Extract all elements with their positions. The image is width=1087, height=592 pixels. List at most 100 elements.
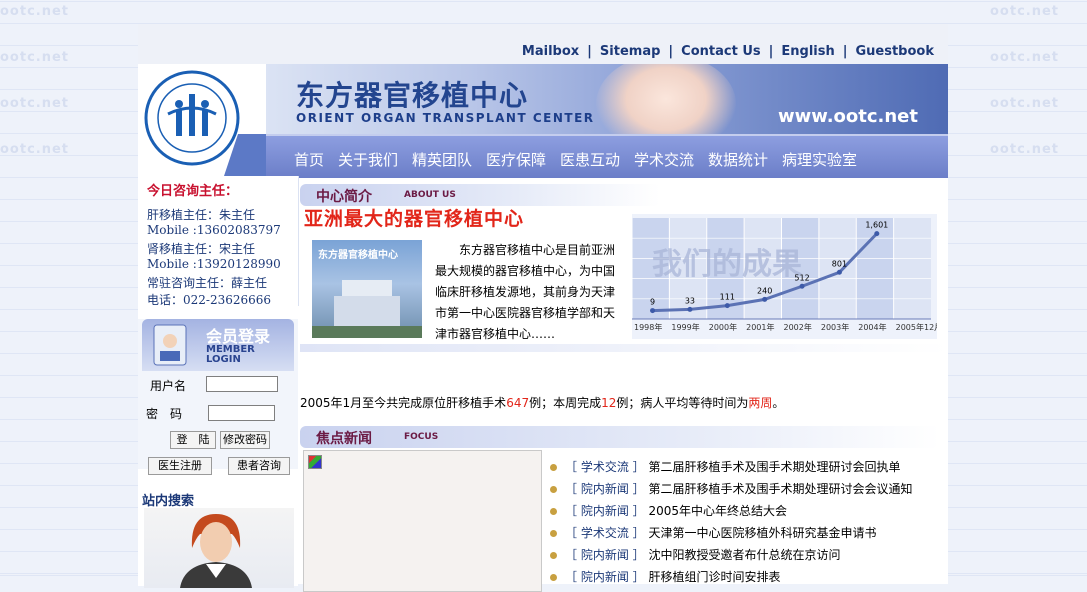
nav-item-team[interactable]: 精英团队 — [412, 149, 472, 170]
chart-point — [836, 269, 842, 275]
id-card-icon — [153, 324, 187, 366]
left-column: 今日咨询主任： 肝移植主任：朱主任 Mobile :13602083797 肾移… — [138, 176, 299, 588]
chart-band — [893, 218, 931, 319]
chart-tick-label: 2001年 — [746, 322, 774, 332]
nav-item-statistics[interactable]: 数据统计 — [708, 149, 768, 170]
chart-data-label: 111 — [720, 293, 735, 302]
login-button[interactable]: 登 陆 — [170, 431, 216, 449]
separator: | — [842, 44, 848, 59]
stats-suffix: 。 — [772, 396, 785, 410]
news-item[interactable]: ［ 学术交流 ］ 天津第一中心医院移植外科研究基金申请书 — [550, 524, 876, 546]
news-image[interactable] — [303, 450, 542, 592]
member-subtitle-2: LOGIN — [206, 354, 241, 365]
intro-section-title-en: ABOUT US — [404, 190, 456, 200]
news-title: 第二届肝移植手术及围手术期处理研讨会会议通知 — [648, 482, 913, 496]
change-password-button[interactable]: 修改密码 — [220, 431, 270, 449]
chart-svg: 我们的成果 9 33 111 240 512 801 1,601 1998年 1999年 2000年… — [632, 218, 937, 332]
bullet-icon — [550, 574, 557, 581]
news-item[interactable]: ［ 院内新闻 ］ 第二届肝移植手术及围手术期处理研讨会会议通知 — [550, 480, 912, 502]
consult-line: 常驻咨询主任：薛主任 — [147, 276, 268, 290]
news-section-title-en: FOCUS — [404, 432, 439, 442]
news-item[interactable]: ［ 院内新闻 ］ 沈中阳教授受邀者布什总统在京访问 — [550, 546, 840, 568]
chart-tick-label: 2002年 — [784, 322, 812, 332]
chart-data-label: 801 — [832, 259, 847, 268]
site-search-title: 站内搜索 — [142, 494, 195, 509]
consult-panel: 今日咨询主任： 肝移植主任：朱主任 Mobile :13602083797 肾移… — [138, 176, 299, 307]
english-link[interactable]: English — [781, 44, 834, 59]
chart-title: 我们的成果 — [652, 247, 802, 282]
chart-data-label: 240 — [757, 286, 772, 295]
chart-point — [687, 306, 693, 312]
patient-consult-button[interactable]: 患者咨询 — [228, 457, 290, 475]
section-divider — [300, 344, 948, 352]
news-item[interactable]: ［ 学术交流 ］ 第二届肝移植手术及围手术期处理研讨会回执单 — [550, 458, 900, 480]
bullet-icon — [550, 464, 557, 471]
bullet-icon — [550, 508, 557, 515]
bullet-icon — [550, 530, 557, 537]
background-watermark: ootc.net — [0, 96, 70, 111]
avatar-figure-icon — [180, 514, 252, 588]
hospital-building-image[interactable]: 东方器官移植中心 — [312, 240, 422, 338]
news-section-title: 焦点新闻 — [316, 431, 372, 447]
chart-tick-label: 2003年 — [821, 322, 849, 332]
building-image-label: 东方器官移植中心 — [318, 250, 398, 261]
site-logo[interactable] — [138, 64, 266, 176]
sitemap-link[interactable]: Sitemap — [600, 44, 660, 59]
separator: | — [668, 44, 674, 59]
news-tag: ［ 院内新闻 ］ — [565, 570, 645, 584]
stats-prefix: 2005年1月至今共完成原位肝移植手术 — [300, 396, 507, 410]
stats-line: 2005年1月至今共完成原位肝移植手术647例；本周完成12例；病人平均等待时间… — [300, 394, 784, 411]
intro-section-header: 中心简介 ABOUT US — [300, 184, 660, 206]
top-links: Mailbox | Sitemap | Contact Us | English | Guest… — [522, 44, 934, 59]
background-watermark: ootc.net — [0, 4, 70, 19]
site-url: www.ootc.net — [777, 106, 918, 127]
chart-tick-label: 2004年 — [858, 322, 886, 332]
chart-tick-label: 2000年 — [709, 322, 737, 332]
intro-section-title: 中心简介 — [316, 189, 372, 205]
chart-data-label: 512 — [794, 273, 809, 282]
member-login-panel: 会员登录 MEMBER LOGIN 用户名 密 码 登 陆 修改密码 医生注册 患… — [138, 319, 298, 475]
stats-wait: 两周 — [748, 396, 773, 410]
news-title: 2005年中心年终总结大会 — [648, 504, 788, 518]
password-label: 密 码 — [146, 407, 183, 421]
doctor-register-button[interactable]: 医生注册 — [148, 457, 212, 475]
nav-item-medical[interactable]: 医疗保障 — [486, 149, 546, 170]
news-title: 第二届肝移植手术及围手术期处理研讨会回执单 — [648, 460, 901, 474]
nav-item-pathology[interactable]: 病理实验室 — [782, 149, 857, 170]
news-item[interactable]: ［ 院内新闻 ］ 2005年中心年终总结大会 — [550, 502, 787, 524]
intro-text: 东方器官移植中心是目前亚洲最大规模的器官移植中心，为中国临床肝移植发源地，其前身… — [435, 243, 616, 341]
background-watermark: ootc.net — [0, 50, 70, 65]
separator: | — [587, 44, 592, 59]
assistant-avatar[interactable] — [144, 508, 294, 588]
consult-line: 肾移植主任：宋主任 — [147, 242, 256, 256]
chart-point — [650, 308, 656, 314]
logo-emblem-icon — [144, 70, 266, 176]
chart-tick-label: 2005年12月 — [896, 322, 937, 332]
member-subtitle: MEMBER LOGIN — [206, 345, 255, 365]
member-login-header: 会员登录 MEMBER LOGIN — [142, 319, 294, 371]
main-content: 中心简介 ABOUT US 亚洲最大的器官移植中心 东方器官移植中心 东方器官移… — [300, 176, 948, 592]
achievements-chart: 我们的成果 9 33 111 240 512 801 1,601 1998年 1999年 2000年… — [632, 214, 937, 339]
consult-line: Mobile :13920128990 — [147, 257, 281, 271]
guestbook-link[interactable]: Guestbook — [855, 44, 934, 59]
news-item[interactable]: ［ 院内新闻 ］ 肝移植组门诊时间安排表 — [550, 568, 780, 590]
background-watermark: ootc.net — [0, 142, 70, 157]
nav-item-interaction[interactable]: 医患互动 — [560, 149, 620, 170]
stats-week: 12 — [601, 396, 617, 410]
chart-band — [818, 218, 857, 319]
chart-point — [874, 231, 880, 237]
news-tag: ［ 学术交流 ］ — [565, 460, 645, 474]
consult-title: 今日咨询主任： — [147, 184, 239, 199]
mailbox-link[interactable]: Mailbox — [522, 44, 579, 59]
username-input[interactable] — [206, 376, 278, 392]
background-watermark: ootc.net — [990, 4, 1060, 19]
contact-us-link[interactable]: Contact Us — [681, 44, 760, 59]
news-tag: ［ 学术交流 ］ — [565, 526, 645, 540]
nav-item-home[interactable]: 首页 — [294, 149, 324, 170]
password-input[interactable] — [208, 405, 275, 421]
nav-item-about[interactable]: 关于我们 — [338, 149, 398, 170]
news-tag: ［ 院内新闻 ］ — [565, 482, 645, 496]
chart-point — [762, 296, 768, 302]
chart-data-label: 9 — [650, 298, 655, 307]
nav-item-academic[interactable]: 学术交流 — [634, 149, 694, 170]
